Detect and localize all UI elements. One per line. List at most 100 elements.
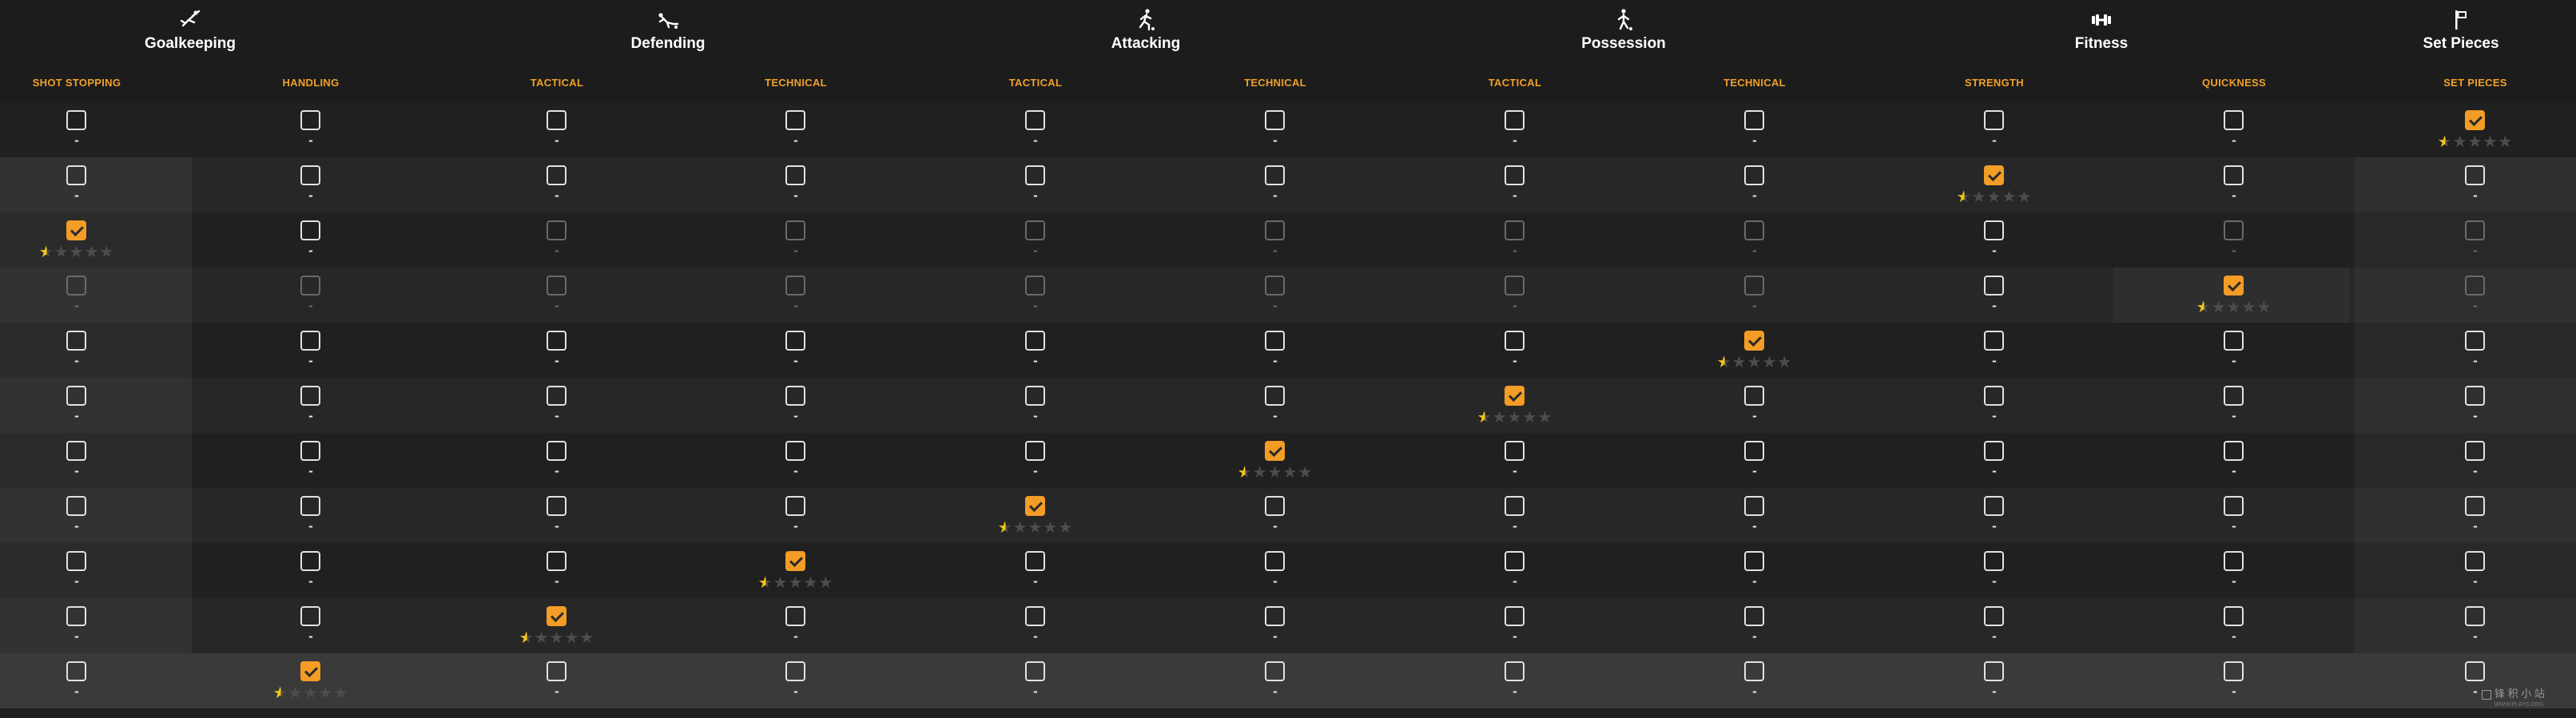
focus-checkbox[interactable] <box>2224 110 2244 130</box>
focus-checkbox[interactable] <box>66 661 86 681</box>
focus-checkbox[interactable] <box>1265 551 1285 571</box>
focus-checkbox[interactable] <box>1984 386 2004 406</box>
focus-checkbox[interactable] <box>2465 496 2485 516</box>
focus-checkbox[interactable] <box>1744 661 1764 681</box>
focus-checkbox[interactable] <box>1505 331 1525 351</box>
focus-checkbox[interactable] <box>66 165 86 185</box>
focus-checkbox[interactable] <box>547 386 566 406</box>
focus-checkbox[interactable] <box>1505 276 1525 296</box>
focus-checkbox[interactable] <box>300 276 320 296</box>
focus-checkbox[interactable] <box>1505 386 1525 406</box>
focus-checkbox[interactable] <box>1744 331 1764 351</box>
focus-checkbox[interactable] <box>1984 441 2004 461</box>
focus-checkbox[interactable] <box>1025 110 1045 130</box>
focus-checkbox[interactable] <box>1505 661 1525 681</box>
focus-checkbox[interactable] <box>785 165 805 185</box>
focus-checkbox[interactable] <box>785 496 805 516</box>
focus-checkbox[interactable] <box>1025 331 1045 351</box>
focus-checkbox[interactable] <box>66 276 86 296</box>
focus-checkbox[interactable] <box>1984 331 2004 351</box>
focus-checkbox[interactable] <box>1984 551 2004 571</box>
focus-checkbox[interactable] <box>300 386 320 406</box>
focus-checkbox[interactable] <box>66 441 86 461</box>
focus-checkbox[interactable] <box>300 496 320 516</box>
focus-checkbox[interactable] <box>785 386 805 406</box>
focus-checkbox[interactable] <box>1505 110 1525 130</box>
focus-checkbox[interactable] <box>2465 165 2485 185</box>
focus-checkbox[interactable] <box>2465 331 2485 351</box>
focus-checkbox[interactable] <box>1744 220 1764 240</box>
focus-checkbox[interactable] <box>2465 220 2485 240</box>
focus-checkbox[interactable] <box>1744 606 1764 626</box>
focus-checkbox[interactable] <box>785 551 805 571</box>
focus-checkbox[interactable] <box>547 276 566 296</box>
focus-checkbox[interactable] <box>1265 606 1285 626</box>
focus-checkbox[interactable] <box>66 386 86 406</box>
focus-checkbox[interactable] <box>2224 551 2244 571</box>
focus-checkbox[interactable] <box>1505 606 1525 626</box>
focus-checkbox[interactable] <box>547 551 566 571</box>
focus-checkbox[interactable] <box>1025 441 1045 461</box>
focus-checkbox[interactable] <box>2224 276 2244 296</box>
focus-checkbox[interactable] <box>2224 331 2244 351</box>
focus-checkbox[interactable] <box>785 441 805 461</box>
focus-checkbox[interactable] <box>2465 606 2485 626</box>
focus-checkbox[interactable] <box>1025 220 1045 240</box>
focus-checkbox[interactable] <box>66 606 86 626</box>
focus-checkbox[interactable] <box>1984 661 2004 681</box>
focus-checkbox[interactable] <box>1265 220 1285 240</box>
focus-checkbox[interactable] <box>547 441 566 461</box>
focus-checkbox[interactable] <box>2465 276 2485 296</box>
focus-checkbox[interactable] <box>1505 165 1525 185</box>
focus-checkbox[interactable] <box>785 276 805 296</box>
focus-checkbox[interactable] <box>1744 165 1764 185</box>
focus-checkbox[interactable] <box>2224 496 2244 516</box>
focus-checkbox[interactable] <box>300 441 320 461</box>
focus-checkbox[interactable] <box>1505 441 1525 461</box>
focus-checkbox[interactable] <box>1744 110 1764 130</box>
focus-checkbox[interactable] <box>1744 386 1764 406</box>
focus-checkbox[interactable] <box>1744 276 1764 296</box>
focus-checkbox[interactable] <box>785 110 805 130</box>
focus-checkbox[interactable] <box>1984 110 2004 130</box>
focus-checkbox[interactable] <box>66 110 86 130</box>
focus-checkbox[interactable] <box>547 110 566 130</box>
focus-checkbox[interactable] <box>1025 165 1045 185</box>
focus-checkbox[interactable] <box>1025 496 1045 516</box>
focus-checkbox[interactable] <box>785 331 805 351</box>
focus-checkbox[interactable] <box>1025 276 1045 296</box>
focus-checkbox[interactable] <box>2224 441 2244 461</box>
focus-checkbox[interactable] <box>1265 661 1285 681</box>
focus-checkbox[interactable] <box>300 606 320 626</box>
focus-checkbox[interactable] <box>1984 276 2004 296</box>
focus-checkbox[interactable] <box>300 110 320 130</box>
focus-checkbox[interactable] <box>300 331 320 351</box>
focus-checkbox[interactable] <box>2465 661 2485 681</box>
focus-checkbox[interactable] <box>1265 165 1285 185</box>
focus-checkbox[interactable] <box>300 220 320 240</box>
focus-checkbox[interactable] <box>547 606 566 626</box>
focus-checkbox[interactable] <box>2224 220 2244 240</box>
focus-checkbox[interactable] <box>1265 441 1285 461</box>
focus-checkbox[interactable] <box>1744 441 1764 461</box>
focus-checkbox[interactable] <box>1025 551 1045 571</box>
focus-checkbox[interactable] <box>2465 110 2485 130</box>
focus-checkbox[interactable] <box>1265 331 1285 351</box>
focus-checkbox[interactable] <box>1505 220 1525 240</box>
focus-checkbox[interactable] <box>547 220 566 240</box>
focus-checkbox[interactable] <box>1505 496 1525 516</box>
focus-checkbox[interactable] <box>300 551 320 571</box>
focus-checkbox[interactable] <box>2465 441 2485 461</box>
focus-checkbox[interactable] <box>785 220 805 240</box>
focus-checkbox[interactable] <box>2224 386 2244 406</box>
focus-checkbox[interactable] <box>785 661 805 681</box>
focus-checkbox[interactable] <box>2465 386 2485 406</box>
focus-checkbox[interactable] <box>1025 661 1045 681</box>
focus-checkbox[interactable] <box>547 661 566 681</box>
focus-checkbox[interactable] <box>1265 276 1285 296</box>
focus-checkbox[interactable] <box>1744 496 1764 516</box>
focus-checkbox[interactable] <box>66 220 86 240</box>
focus-checkbox[interactable] <box>1984 606 2004 626</box>
focus-checkbox[interactable] <box>300 165 320 185</box>
focus-checkbox[interactable] <box>1025 386 1045 406</box>
